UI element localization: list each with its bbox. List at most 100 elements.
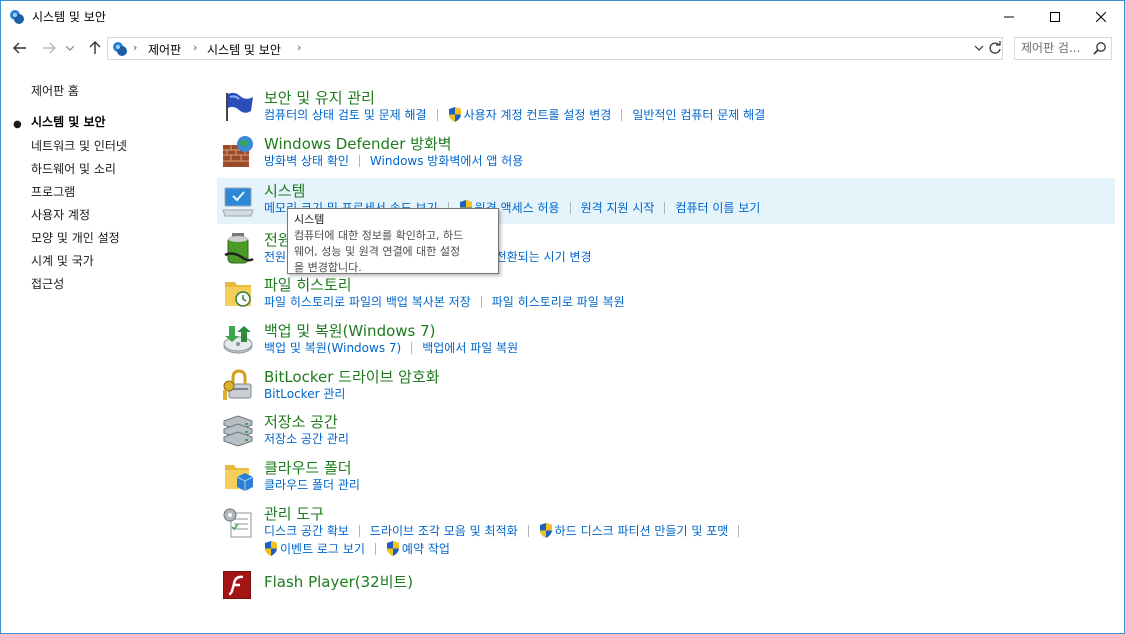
search-input[interactable] [1021,41,1091,55]
control-panel-icon [112,41,128,57]
link-computer-name[interactable]: 컴퓨터 이름 보기 [675,199,760,216]
category-title[interactable]: Flash Player(32비트) [264,571,413,592]
forward-button[interactable] [38,37,60,59]
breadcrumb-separator-icon[interactable]: › [133,41,137,54]
sidebar-item-clock-region[interactable]: 시계 및 국가 [31,252,94,269]
link-divider [436,108,438,121]
up-button[interactable] [84,37,106,59]
link-divider [358,524,360,537]
back-button[interactable] [9,37,31,59]
minimize-button[interactable] [986,1,1032,32]
uac-shield-icon [539,523,553,538]
cloud-folder-icon [221,459,254,491]
flash-icon [221,569,253,601]
sidebar-item-control-panel-home[interactable]: 제어판 홈 [31,82,79,99]
category-links: 방화벽 상태 확인 Windows 방화벽에서 앱 허용 [264,152,523,169]
category-title[interactable]: BitLocker 드라이브 암호화 [264,366,440,387]
category-title[interactable]: 시스템 [264,180,305,201]
link-divider [738,524,740,537]
search-box[interactable] [1014,37,1112,60]
link-divider [527,524,529,537]
link-task-scheduler[interactable]: 예약 작업 [402,540,450,557]
category-title[interactable]: 백업 및 복원(Windows 7) [264,320,436,341]
link-divider [374,542,376,555]
category-flash-player: Flash Player(32비트) [217,567,1115,603]
link-defragment[interactable]: 드라이브 조각 모음 및 최적화 [370,522,518,539]
flag-icon [221,89,253,121]
tooltip-text-line: 웨어, 성능 및 원격 연결에 대한 설정 [294,245,461,258]
link-divider [411,341,413,354]
category-title[interactable]: 관리 도구 [264,503,324,524]
category-title[interactable]: 파일 히스토리 [264,274,352,295]
bitlocker-icon [221,368,253,400]
sidebar-item-accessibility[interactable]: 접근성 [31,275,64,292]
category-title[interactable]: 저장소 공간 [264,411,338,432]
link-manage-storage[interactable]: 저장소 공간 관리 [264,430,349,447]
sidebar-item-appearance[interactable]: 모양 및 개인 설정 [31,229,120,246]
title-bar: 시스템 및 보안 [1,1,1124,32]
link-firewall-status[interactable]: 방화벽 상태 확인 [264,152,349,169]
breadcrumb-control-panel[interactable]: 제어판 [148,41,181,58]
category-title[interactable]: 클라우드 폴더 [264,457,352,478]
sidebar-item-network-internet[interactable]: 네트워크 및 인터넷 [31,137,127,154]
sidebar-item-user-accounts[interactable]: 사용자 계정 [31,206,90,223]
link-review-status[interactable]: 컴퓨터의 상태 검토 및 문제 해결 [264,106,427,123]
link-allow-app[interactable]: Windows 방화벽에서 앱 허용 [370,152,523,169]
address-bar[interactable]: › 제어판 › 시스템 및 보안 › [107,37,1003,60]
link-uac-settings[interactable]: 사용자 계정 컨트롤 설정 변경 [464,106,612,123]
link-troubleshoot[interactable]: 일반적인 컴퓨터 문제 해결 [632,106,765,123]
category-links: BitLocker 관리 [264,385,345,402]
category-security-maintenance: 보안 및 유지 관리 컴퓨터의 상태 검토 및 문제 해결 사용자 계정 컨트롤… [217,83,1115,127]
link-event-logs[interactable]: 이벤트 로그 보기 [280,540,365,557]
link-partition-format[interactable]: 하드 디스크 파티션 만들기 및 포맷 [555,522,729,539]
sidebar-item-hardware-sound[interactable]: 하드웨어 및 소리 [31,160,116,177]
sidebar-item-system-security[interactable]: 시스템 및 보안 [31,113,106,130]
category-title[interactable]: Windows Defender 방화벽 [264,133,452,154]
link-divider [358,154,360,167]
link-manage-bitlocker[interactable]: BitLocker 관리 [264,385,345,402]
category-links: 백업 및 복원(Windows 7) 백업에서 파일 복원 [264,339,518,356]
category-firewall: Windows Defender 방화벽 방화벽 상태 확인 Windows 방… [217,129,1115,173]
uac-shield-icon [264,541,278,556]
storage-icon [221,413,253,447]
chevron-down-icon[interactable] [974,41,984,58]
link-manage-cloud-folders[interactable]: 클라우드 폴더 관리 [264,476,360,493]
link-remote-assistance[interactable]: 원격 지원 시작 [581,199,655,216]
close-button[interactable] [1078,1,1124,32]
system-icon [221,184,254,217]
tooltip-title: 시스템 [294,213,325,226]
link-restore-from-backup[interactable]: 백업에서 파일 복원 [422,339,518,356]
breadcrumb-separator-icon[interactable]: › [297,41,301,54]
category-backup-restore: 백업 및 복원(Windows 7) 백업 및 복원(Windows 7) 백업… [217,316,1115,360]
maximize-button[interactable] [1032,1,1078,32]
link-restore-files[interactable]: 파일 히스토리로 파일 복원 [492,293,625,310]
category-links: 저장소 공간 관리 [264,430,349,447]
uac-shield-icon [386,541,400,556]
link-divider [621,108,623,121]
tooltip: 시스템 컴퓨터에 대한 정보를 확인하고, 하드 웨어, 성능 및 원격 연결에… [287,208,499,274]
link-save-backup[interactable]: 파일 히스토리로 파일의 백업 복사본 저장 [264,293,471,310]
recent-locations-button[interactable] [63,37,77,59]
link-divider [664,201,666,214]
category-title[interactable]: 보안 및 유지 관리 [264,87,375,108]
tooltip-text-line: 을 변경합니다. [294,261,362,274]
link-backup-restore[interactable]: 백업 및 복원(Windows 7) [264,339,401,356]
power-icon [221,231,254,264]
refresh-icon[interactable] [988,40,1002,60]
category-cloud-folders: 클라우드 폴더 클라우드 폴더 관리 [217,453,1115,497]
category-storage-spaces: 저장소 공간 저장소 공간 관리 [217,407,1115,451]
firewall-icon [221,135,253,167]
link-divider [480,295,482,308]
sidebar-item-programs[interactable]: 프로그램 [31,183,75,200]
category-links: 파일 히스토리로 파일의 백업 복사본 저장 파일 히스토리로 파일 복원 [264,293,625,310]
search-icon[interactable] [1093,41,1107,55]
category-file-history: 파일 히스토리 파일 히스토리로 파일의 백업 복사본 저장 파일 히스토리로 … [217,270,1115,314]
breadcrumb-separator-icon[interactable]: › [193,41,197,54]
admin-tools-icon [221,505,253,538]
link-disk-cleanup[interactable]: 디스크 공간 확보 [264,522,349,539]
breadcrumb-system-security[interactable]: 시스템 및 보안 [207,41,281,58]
navigation-bar: › 제어판 › 시스템 및 보안 › [1,32,1124,66]
uac-shield-icon [448,107,462,122]
category-bitlocker: BitLocker 드라이브 암호화 BitLocker 관리 [217,362,1115,406]
tooltip-text-line: 컴퓨터에 대한 정보를 확인하고, 하드 [294,229,464,242]
